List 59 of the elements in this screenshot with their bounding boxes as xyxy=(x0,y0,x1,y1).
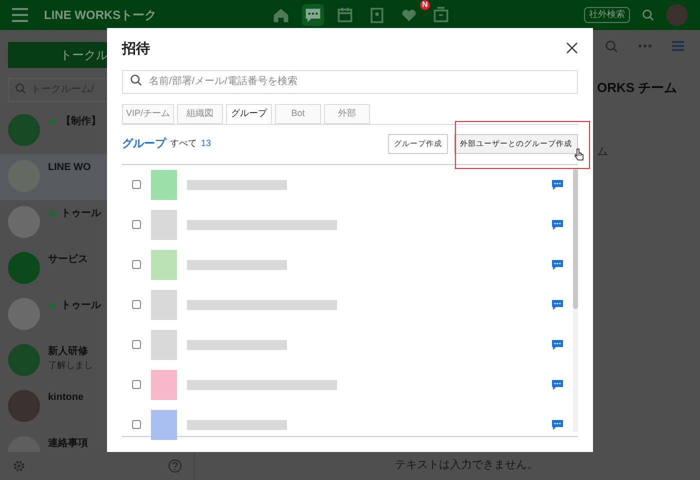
room-name: サービス xyxy=(48,252,88,266)
chat-bubble-icon xyxy=(304,6,322,24)
room-name: 新人研修 xyxy=(48,344,88,358)
talk-room-item[interactable]: kintone xyxy=(0,384,194,430)
tab[interactable]: VIP/チーム xyxy=(122,104,174,124)
chat-bubble-icon[interactable] xyxy=(552,180,563,190)
search-icon[interactable] xyxy=(605,40,618,52)
search-icon xyxy=(130,74,142,86)
chat-bubble-icon[interactable] xyxy=(552,260,563,270)
chat-bubble-icon[interactable] xyxy=(552,300,563,310)
chat-bubble-icon[interactable] xyxy=(552,420,563,430)
external-search-button[interactable]: 社外検索 xyxy=(584,7,630,23)
tab[interactable]: 外部 xyxy=(324,104,370,124)
group-link[interactable]: グループ xyxy=(122,136,166,152)
box-icon xyxy=(432,6,450,24)
calendar-icon xyxy=(336,6,354,24)
talk-room-item[interactable]: トゥール xyxy=(0,200,194,246)
tab[interactable]: 組織図 xyxy=(177,104,223,124)
talk-room-item[interactable]: 連絡事項 xyxy=(0,430,194,452)
notification-badge: N xyxy=(420,0,430,10)
checkbox[interactable] xyxy=(132,260,141,269)
menu-icon[interactable] xyxy=(672,41,684,51)
chat-bubble-icon[interactable] xyxy=(552,220,563,230)
tab[interactable]: Bot xyxy=(275,104,321,124)
scrollbar-thumb[interactable] xyxy=(573,168,578,308)
chat-title: ORKS チーム xyxy=(597,79,678,97)
search-icon[interactable] xyxy=(642,9,654,21)
nav-tab[interactable] xyxy=(302,4,324,26)
menu-icon[interactable] xyxy=(12,8,28,22)
search-icon xyxy=(15,83,26,94)
close-icon[interactable] xyxy=(566,42,578,54)
scrollbar[interactable] xyxy=(573,168,578,432)
checkbox[interactable] xyxy=(132,380,141,389)
room-name: kintone xyxy=(48,390,84,404)
checkbox[interactable] xyxy=(132,340,141,349)
gear-icon[interactable] xyxy=(12,459,26,473)
room-name: LINE WO xyxy=(48,160,91,174)
checkbox[interactable] xyxy=(132,180,141,189)
pointer-cursor-icon xyxy=(574,148,584,161)
group-count: 13 xyxy=(201,137,212,150)
room-name: トゥール xyxy=(61,206,101,220)
checkbox[interactable] xyxy=(132,220,141,229)
room-name: 【制作】 xyxy=(61,114,101,128)
room-name: トゥール xyxy=(61,298,101,312)
chat-bubble-icon[interactable] xyxy=(552,380,563,390)
talk-room-item[interactable]: サービス xyxy=(0,246,194,292)
message-input[interactable]: テキストは入力できません。 xyxy=(195,450,700,480)
address-book-icon xyxy=(368,6,386,24)
checkbox[interactable] xyxy=(132,300,141,309)
talk-room-item[interactable]: トゥール xyxy=(0,292,194,338)
home-icon xyxy=(272,6,290,24)
tab[interactable]: グループ xyxy=(226,104,272,124)
help-icon[interactable] xyxy=(168,459,182,473)
checkbox[interactable] xyxy=(132,420,141,429)
room-name: 連絡事項 xyxy=(48,436,88,450)
all-label: すべて xyxy=(170,137,197,150)
more-icon[interactable] xyxy=(638,44,652,48)
chat-bubble-icon[interactable] xyxy=(552,340,563,350)
app-title: LINE WORKSトーク xyxy=(44,7,157,24)
